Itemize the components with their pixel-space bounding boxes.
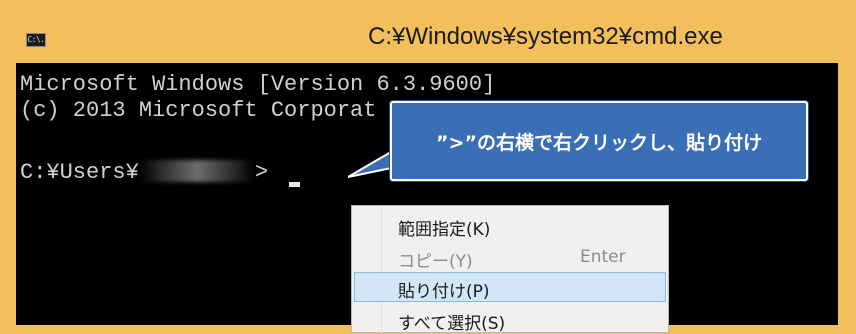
prompt-suffix: > <box>254 160 269 185</box>
console-line-copyright: (c) 2013 Microsoft Corporat <box>20 98 377 123</box>
menu-item-label: コピー(Y) <box>398 252 473 272</box>
prompt-prefix: C:¥Users¥ <box>20 160 139 185</box>
title-bar[interactable]: C:\. C:¥Windows¥system32¥cmd.exe <box>8 8 846 63</box>
menu-item-label: すべて選択(S) <box>398 314 506 334</box>
instruction-callout: ”>”の右横で右クリックし、貼り付け <box>390 101 808 181</box>
menu-item-shortcut: Enter <box>580 247 626 267</box>
blurred-username <box>138 160 255 182</box>
menu-item-copy[interactable]: コピー(Y) Enter <box>354 242 666 272</box>
console-prompt-line: C:¥Users¥ > <box>20 160 268 185</box>
menu-item-mark[interactable]: 範囲指定(K) <box>354 210 666 240</box>
cmd-window: C:\. C:¥Windows¥system32¥cmd.exe Microso… <box>8 8 846 334</box>
menu-item-label: 貼り付け(P) <box>398 282 490 302</box>
text-cursor <box>289 182 300 187</box>
cmd-app-icon[interactable]: C:\. <box>26 33 46 47</box>
menu-item-label: 範囲指定(K) <box>398 220 491 240</box>
menu-item-paste[interactable]: 貼り付け(P) <box>354 272 666 302</box>
window-title: C:¥Windows¥system32¥cmd.exe <box>368 23 723 50</box>
menu-item-select-all[interactable]: すべて選択(S) <box>354 304 666 334</box>
console-line-version: Microsoft Windows [Version 6.3.9600] <box>20 72 496 97</box>
context-menu: 範囲指定(K) コピー(Y) Enter 貼り付け(P) すべて選択(S) <box>351 205 669 334</box>
callout-text: ”>”の右横で右クリックし、貼り付け <box>436 131 762 154</box>
